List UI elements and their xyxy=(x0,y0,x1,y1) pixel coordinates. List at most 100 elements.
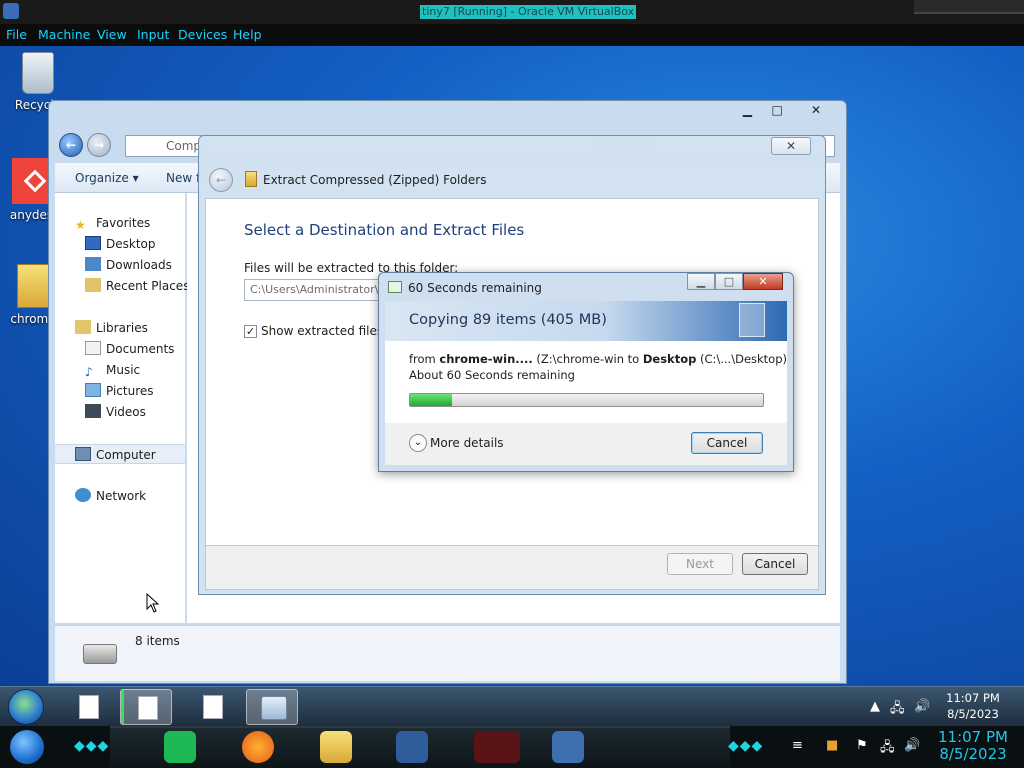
item-count: 8 items xyxy=(135,634,180,648)
zip-folder-icon xyxy=(17,264,49,308)
copy-dialog-title: 60 Seconds remaining xyxy=(408,281,542,295)
copy-icon xyxy=(388,281,402,293)
nav-libraries[interactable]: Libraries xyxy=(75,318,148,338)
copy-header: Copying 89 items (405 MB) xyxy=(385,301,787,341)
copy-progress-dialog: 60 Seconds remaining ▁ □ ✕ Copying 89 item… xyxy=(378,272,794,472)
wizard-heading: Select a Destination and Extract Files xyxy=(244,221,525,239)
navigation-pane: ★ Favorites Desktop Downloads Recent Plac… xyxy=(55,193,189,623)
nav-network[interactable]: Network xyxy=(75,486,146,506)
host-menu-view[interactable]: View xyxy=(97,27,127,42)
guest-clock[interactable]: 11:07 PM 8/5/2023 xyxy=(944,690,1002,722)
wizard-footer: Next Cancel xyxy=(205,546,819,590)
taskbar-app-copy[interactable] xyxy=(246,689,298,725)
copy-footer: ⌄ More details Cancel xyxy=(385,423,787,465)
nav-music[interactable]: ♪ Music xyxy=(85,360,140,380)
guest-desktop: Recycle anydesk chrome ▁ □ ✕ ← → Comp Or… xyxy=(0,46,1024,686)
documents-icon xyxy=(85,341,101,355)
explorer-caption-buttons: ▁ □ ✕ xyxy=(734,101,838,119)
start-button[interactable] xyxy=(8,689,44,725)
host-menu-input[interactable]: Input xyxy=(137,27,169,42)
maximize-icon[interactable]: □ xyxy=(715,273,743,290)
host-titlebar: tiny7 [Running] - Oracle VM VirtualBox xyxy=(0,0,1024,24)
organize-button[interactable]: Organize ▾ xyxy=(75,171,139,185)
document-graphic-icon xyxy=(739,303,765,337)
nav-downloads[interactable]: Downloads xyxy=(85,255,172,275)
nav-documents[interactable]: Documents xyxy=(85,339,174,359)
host-volume-icon[interactable]: 🔊 xyxy=(904,738,920,753)
taskbar-app-1[interactable] xyxy=(62,689,114,725)
videos-icon xyxy=(85,404,101,418)
zip-folder-icon xyxy=(245,171,257,187)
destination-folder-input[interactable]: C:\Users\Administrator\ xyxy=(244,279,394,301)
more-details-button[interactable]: More details xyxy=(430,436,504,450)
minimize-icon[interactable]: ▁ xyxy=(734,101,760,119)
desktop-icon xyxy=(85,236,101,250)
copy-progress-bar xyxy=(409,393,764,407)
forward-arrow-icon[interactable]: → xyxy=(87,133,111,157)
host-menubar: File Machine View Input Devices Help xyxy=(0,24,1024,46)
host-start-orb[interactable] xyxy=(10,730,44,764)
guest-taskbar: ▲ 🖧 🔊 11:07 PM 8/5/2023 xyxy=(0,686,1024,726)
network-tray-icon[interactable]: 🖧 xyxy=(890,699,905,721)
host-window-controls[interactable] xyxy=(914,0,1024,14)
file-explorer-icon[interactable] xyxy=(320,731,352,763)
host-dock: ◆◆◆ ◆◆◆ ≡ ■ ⚑ 🖧 🔊 xyxy=(0,726,1024,768)
destination-name: Desktop xyxy=(642,352,697,366)
nav-desktop[interactable]: Desktop xyxy=(85,234,156,254)
copy-progress-icon xyxy=(261,696,287,720)
copy-from-line: from chrome-win.... (Z:\chrome-win to De… xyxy=(409,352,788,366)
flag-icon[interactable]: ⚑ xyxy=(856,738,868,753)
close-icon[interactable]: ✕ xyxy=(771,137,811,155)
close-icon[interactable]: ✕ xyxy=(743,273,783,290)
nav-recent-places[interactable]: Recent Places xyxy=(85,276,189,296)
next-button[interactable]: Next xyxy=(667,553,733,575)
pictures-icon xyxy=(85,383,101,397)
star-icon: ★ xyxy=(75,218,86,232)
dock-decoration: ◆◆◆ xyxy=(728,738,764,754)
close-icon[interactable]: ✕ xyxy=(794,101,838,119)
host-clock[interactable]: 11:07 PM 8/5/2023 xyxy=(932,729,1014,763)
nav-pictures[interactable]: Pictures xyxy=(85,381,154,401)
volume-icon[interactable]: 🔊 xyxy=(914,699,930,714)
recycle-bin-icon xyxy=(22,52,54,94)
virtualbox-dock-icon[interactable] xyxy=(396,731,428,763)
downloads-folder-icon xyxy=(85,257,101,271)
firefox-icon[interactable] xyxy=(242,731,274,763)
wizard-cancel-button[interactable]: Cancel xyxy=(742,553,808,575)
windows7-vm-icon[interactable] xyxy=(552,731,584,763)
active-indicator xyxy=(121,690,124,724)
back-arrow-icon[interactable]: ← xyxy=(59,133,83,157)
virtualbox-icon xyxy=(3,3,19,19)
host-tray-app-icon[interactable]: ■ xyxy=(826,738,838,753)
copy-body: from chrome-win.... (Z:\chrome-win to De… xyxy=(385,341,787,423)
source-name: chrome-win.... xyxy=(439,352,533,366)
spotify-icon[interactable] xyxy=(164,731,196,763)
libraries-icon xyxy=(75,320,91,334)
back-arrow-icon[interactable]: ← xyxy=(209,168,233,192)
game-app-icon[interactable] xyxy=(474,731,520,763)
minimize-icon[interactable]: ▁ xyxy=(687,273,715,290)
host-menu-help[interactable]: Help xyxy=(233,27,262,42)
copy-caption-buttons: ▁ □ ✕ xyxy=(687,273,783,290)
nav-favorites[interactable]: ★ Favorites xyxy=(75,213,150,233)
host-tray-menu-icon[interactable]: ≡ xyxy=(792,738,803,753)
host-menu-devices[interactable]: Devices xyxy=(178,27,227,42)
maximize-icon[interactable]: □ xyxy=(764,101,790,119)
show-hidden-icons-icon[interactable]: ▲ xyxy=(870,699,880,714)
taskbar-app-3[interactable] xyxy=(186,689,238,725)
taskbar-app-2[interactable] xyxy=(120,689,172,725)
host-menu-machine[interactable]: Machine xyxy=(38,27,90,42)
wizard-title: Extract Compressed (Zipped) Folders xyxy=(263,173,487,187)
nav-videos[interactable]: Videos xyxy=(85,402,146,422)
nav-computer[interactable]: Computer xyxy=(55,444,185,464)
host-network-icon[interactable]: 🖧 xyxy=(880,738,895,760)
copy-cancel-button[interactable]: Cancel xyxy=(691,432,763,454)
host-window-title: tiny7 [Running] - Oracle VM VirtualBox xyxy=(420,5,637,19)
host-menu-file[interactable]: File xyxy=(6,27,27,42)
status-bar: 8 items xyxy=(55,625,840,681)
chevron-down-icon[interactable]: ⌄ xyxy=(409,434,427,452)
computer-icon xyxy=(75,447,91,461)
show-extracted-checkbox[interactable]: ✓ xyxy=(244,325,257,338)
copy-header-text: Copying 89 items (405 MB) xyxy=(409,312,607,328)
dock-decoration: ◆◆◆ xyxy=(74,738,110,754)
